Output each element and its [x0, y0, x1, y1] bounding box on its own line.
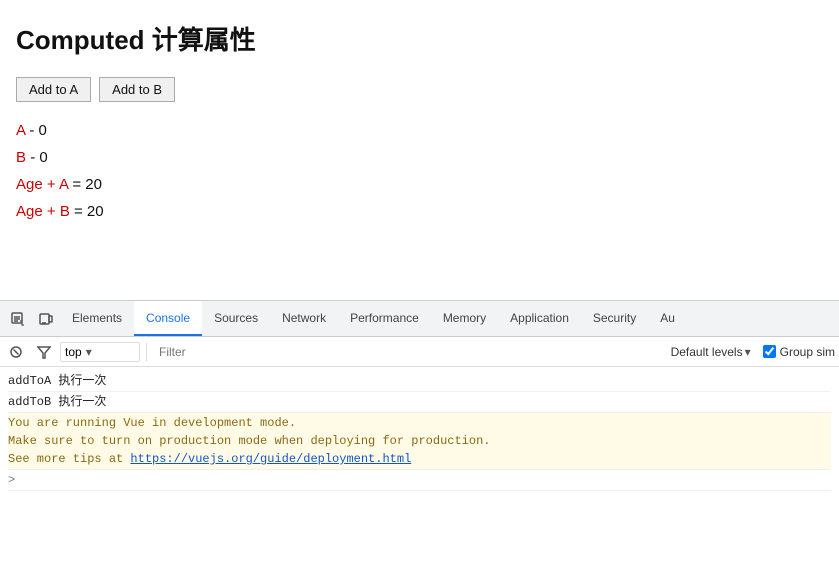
context-arrow: ▾ [86, 345, 92, 359]
a-dash: - [29, 122, 38, 139]
equals-b: = 20 [74, 203, 104, 220]
default-levels[interactable]: Default levels ▾ [671, 345, 751, 359]
console-line-1: addToA 执行一次 [8, 371, 831, 392]
tab-memory[interactable]: Memory [431, 301, 498, 336]
devtools-tabs: Elements Console Sources Network Perform… [60, 301, 687, 336]
console-toolbar: top ▾ Default levels ▾ Group sim [0, 337, 839, 367]
tab-elements[interactable]: Elements [60, 301, 134, 336]
device-toolbar-icon-btn[interactable] [32, 305, 60, 333]
a-value-line: A - 0 [16, 122, 823, 139]
equals-a: = 20 [72, 176, 102, 193]
a-label: A [16, 122, 25, 139]
console-line-2: addToB 执行一次 [8, 392, 831, 413]
filter-icon-btn[interactable] [32, 340, 56, 364]
page-title: Computed 计算属性 [16, 20, 823, 57]
main-content: Computed 计算属性 Add to A Add to B A - 0 B … [0, 0, 839, 300]
tab-performance[interactable]: Performance [338, 301, 431, 336]
console-prompt[interactable]: > [8, 470, 831, 491]
b-ref: B [60, 203, 70, 220]
filter-input[interactable] [153, 343, 667, 361]
group-sim-area: Group sim [763, 345, 835, 359]
context-label: top [65, 345, 82, 359]
levels-arrow: ▾ [745, 345, 751, 359]
plus-b: + [47, 203, 60, 220]
tab-console[interactable]: Console [134, 301, 202, 336]
group-sim-checkbox[interactable] [763, 345, 776, 358]
inspect-icon-btn[interactable] [4, 305, 32, 333]
button-row: Add to A Add to B [16, 77, 823, 102]
devtools-tabs-bar: Elements Console Sources Network Perform… [0, 301, 839, 337]
vue-deployment-link[interactable]: https://vuejs.org/guide/deployment.html [130, 452, 411, 466]
tab-application[interactable]: Application [498, 301, 581, 336]
group-sim-label: Group sim [780, 345, 835, 359]
age-b-line: Age + B = 20 [16, 203, 823, 220]
tab-audit[interactable]: Au [648, 301, 687, 336]
devtools-panel: Elements Console Sources Network Perform… [0, 300, 839, 567]
b-value-line: B - 0 [16, 149, 823, 166]
toolbar-separator [146, 343, 147, 361]
add-to-b-button[interactable]: Add to B [99, 77, 175, 102]
tab-security[interactable]: Security [581, 301, 648, 336]
tab-network[interactable]: Network [270, 301, 338, 336]
context-selector[interactable]: top ▾ [60, 342, 140, 362]
tab-sources[interactable]: Sources [202, 301, 270, 336]
add-to-a-button[interactable]: Add to A [16, 77, 91, 102]
console-output: addToA 执行一次 addToB 执行一次 You are running … [0, 367, 839, 567]
age-label-a: Age [16, 176, 43, 193]
b-value: 0 [39, 149, 47, 166]
a-value: 0 [39, 122, 47, 139]
console-line-3: You are running Vue in development mode.… [8, 413, 831, 470]
plus-a: + [47, 176, 59, 193]
b-label: B [16, 149, 26, 166]
clear-console-btn[interactable] [4, 340, 28, 364]
age-label-b: Age [16, 203, 43, 220]
age-a-line: Age + A = 20 [16, 176, 823, 193]
b-dash: - [30, 149, 39, 166]
a-ref: A [59, 176, 68, 193]
